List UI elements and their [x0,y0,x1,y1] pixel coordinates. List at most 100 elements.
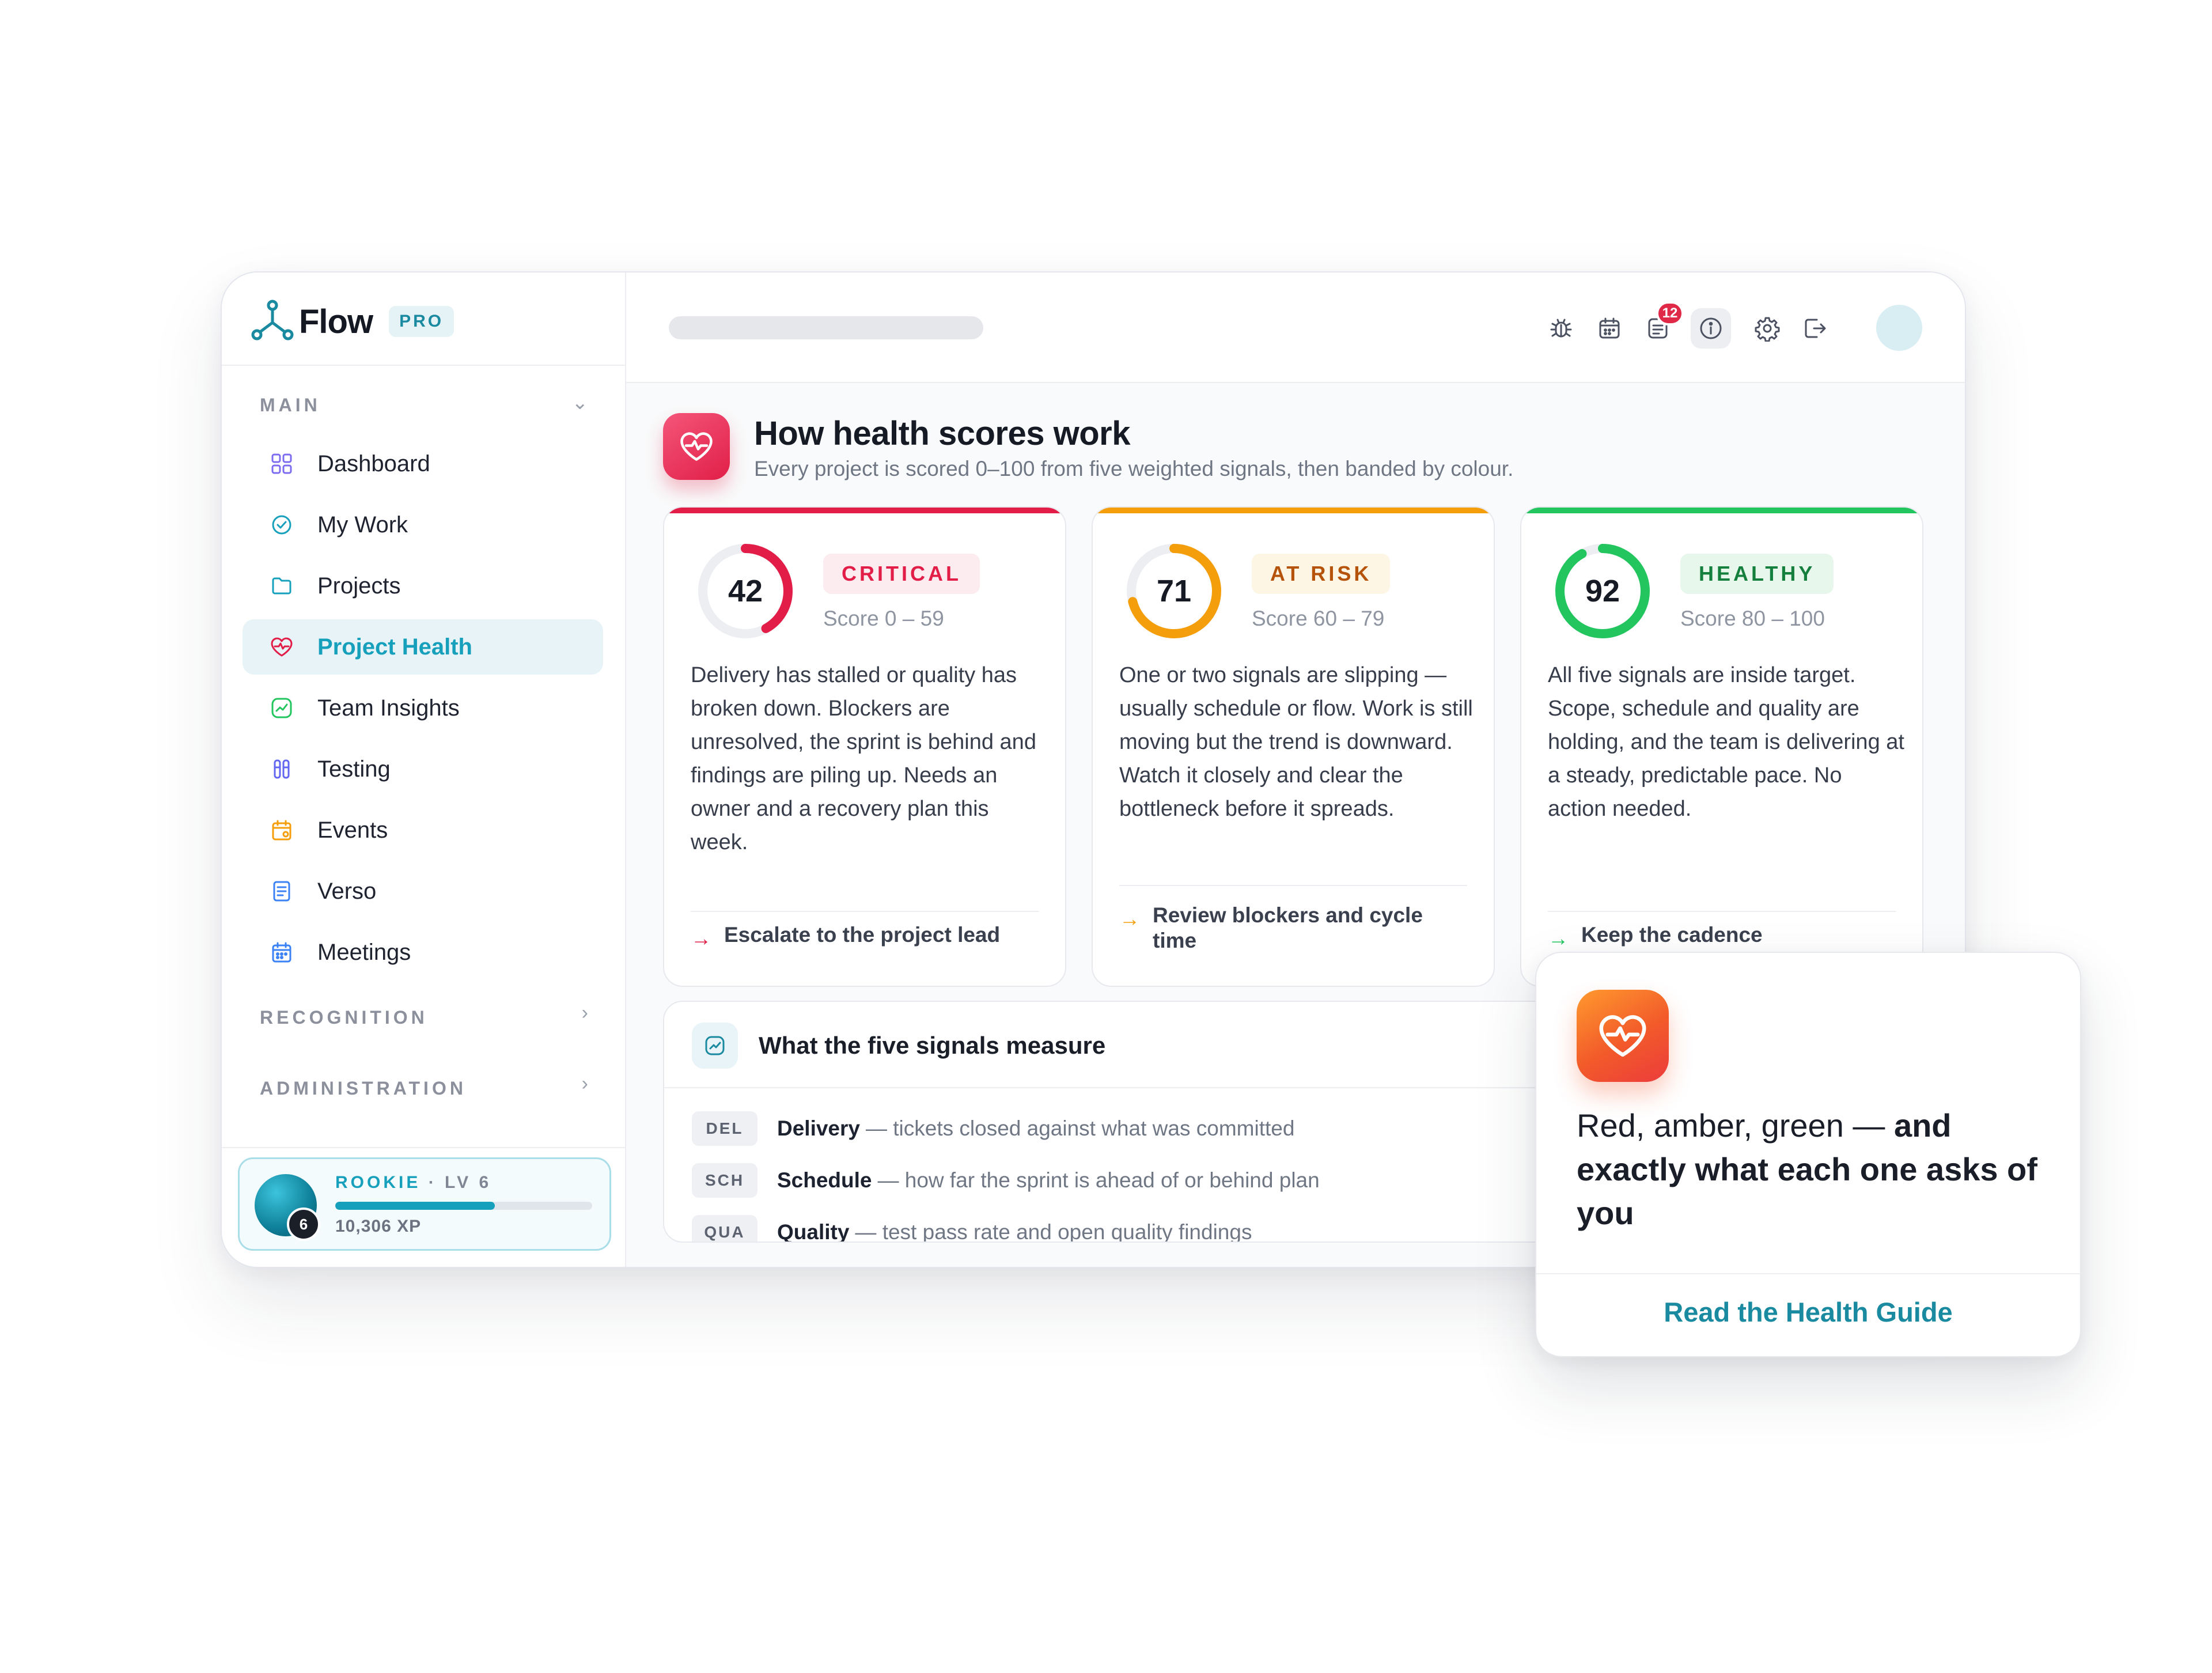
sidebar-item-events[interactable]: Events [243,803,603,858]
card-action-label: Keep the cadence [1581,923,1763,947]
signal-code: DEL [692,1111,757,1146]
sidebar-divider [222,1147,625,1148]
card-accent-bar [664,508,1065,513]
chevron-down-icon[interactable]: ⌄ [572,391,589,414]
sidebar-item-label: Dashboard [317,451,430,476]
logout-icon[interactable] [1794,308,1835,349]
trend-icon [269,695,294,721]
divider [1119,885,1467,886]
calendar-event-icon [269,817,294,843]
page-title: How health scores work [754,415,1130,452]
sidebar-item-verso[interactable]: Verso [243,864,603,919]
score-value: 92 [1585,574,1620,608]
sidebar: Flow PRO MAIN ⌄ Dashboard My Work Projec… [222,272,626,1267]
card-description: All five signals are inside target. Scop… [1548,663,1904,821]
divider [1536,1273,2080,1274]
status-badge: AT RISK [1252,554,1391,594]
folder-icon [269,573,294,599]
score-value: 42 [728,574,763,608]
sidebar-item-label: Events [317,817,388,843]
check-circle-icon [269,512,294,538]
section-administration-label[interactable]: ADMINISTRATION [260,1078,467,1099]
calendar-icon[interactable] [1589,308,1630,349]
level-badge: 6 [287,1208,320,1241]
signal-definition: — how far the sprint is ahead of or behi… [877,1168,1320,1192]
promo-headline: Red, amber, green — and exactly what eac… [1577,1104,2049,1235]
score-range: Score 80 – 100 [1680,607,1825,630]
status-badge: HEALTHY [1680,554,1834,594]
sidebar-item-team-insights[interactable]: Team Insights [243,680,603,736]
gear-icon[interactable] [1747,308,1787,349]
sidebar-item-project-health[interactable]: Project Health [243,619,603,675]
grid-icon [269,451,294,476]
promo-lead: Red, amber, green — [1577,1107,1894,1144]
arrow-right-icon: → [1119,907,1140,930]
arrow-right-icon: → [1548,926,1569,950]
card-accent-bar [1521,508,1922,513]
score-card-at-risk: 71 AT RISK Score 60 – 79 One or two sign… [1092,506,1495,987]
sidebar-divider [222,365,625,366]
signal-name: Quality [777,1220,850,1243]
chevron-right-icon[interactable]: › [582,1002,588,1024]
bug-icon[interactable] [1541,308,1581,349]
chart-icon [692,1023,738,1069]
calendar-icon [269,940,294,965]
document-icon [269,879,294,904]
xp-progress-fill [335,1202,495,1210]
score-range: Score 60 – 79 [1252,607,1385,630]
signal-name: Schedule [777,1168,872,1192]
search-placeholder-bar[interactable] [669,316,983,339]
divider [691,911,1039,912]
user-avatar[interactable] [1876,305,1922,351]
signal-name: Delivery [777,1116,860,1140]
sidebar-item-my-work[interactable]: My Work [243,497,603,552]
sidebar-item-label: Project Health [317,634,472,660]
xp-level-label: · LV 6 [428,1173,492,1192]
notifications-button[interactable]: 12 [1638,301,1684,349]
status-badge: CRITICAL [823,554,980,594]
xp-rank: ROOKIE · LV 6 [335,1173,491,1193]
xp-card[interactable]: 6 ROOKIE · LV 6 10,306 XP [238,1157,611,1251]
notification-count-badge: 12 [1656,301,1684,325]
signals-title: What the five signals measure [759,1032,1106,1059]
sidebar-item-testing[interactable]: Testing [243,741,603,797]
signal-definition: — tickets closed against what was commit… [866,1116,1295,1140]
card-action-link[interactable]: → Escalate to the project lead [691,922,1042,950]
card-description: Delivery has stalled or quality has brok… [691,663,1036,854]
arrow-right-icon: → [691,926,711,950]
stage: Flow PRO MAIN ⌄ Dashboard My Work Projec… [0,0,2212,1673]
sidebar-item-label: Testing [317,756,391,782]
heart-pulse-icon [269,634,294,660]
card-action-link[interactable]: → Review blockers and cycle time [1119,903,1471,953]
signal-row: DEL Delivery — tickets closed against wh… [692,1111,1294,1146]
sidebar-item-label: My Work [317,512,408,538]
info-icon[interactable] [1691,308,1731,349]
xp-rank-label: ROOKIE [335,1173,421,1192]
card-action-link[interactable]: → Keep the cadence [1548,922,1899,950]
read-health-guide-link[interactable]: Read the Health Guide [1536,1296,2080,1328]
sidebar-item-projects[interactable]: Projects [243,558,603,614]
test-tubes-icon [269,756,294,782]
score-value: 71 [1156,574,1192,608]
section-main-label[interactable]: MAIN [260,395,321,416]
score-card-critical: 42 CRITICAL Score 0 – 59 Delivery has st… [663,506,1066,987]
divider [1548,911,1896,912]
sidebar-item-label: Projects [317,573,401,599]
section-recognition-label[interactable]: RECOGNITION [260,1007,428,1028]
sidebar-item-meetings[interactable]: Meetings [243,925,603,980]
brand[interactable]: Flow PRO [249,296,454,347]
score-range: Score 0 – 59 [823,607,944,630]
signal-code: SCH [692,1163,757,1198]
card-accent-bar [1093,508,1494,513]
signal-definition: — test pass rate and open quality findin… [855,1220,1252,1243]
card-description: One or two signals are slipping — usuall… [1119,663,1473,821]
xp-progress-bar [335,1202,592,1210]
health-guide-card: Red, amber, green — and exactly what eac… [1535,952,2081,1357]
chevron-right-icon[interactable]: › [582,1073,588,1095]
signal-row: QUA Quality — test pass rate and open qu… [692,1215,1252,1243]
sidebar-item-dashboard[interactable]: Dashboard [243,436,603,491]
brand-name: Flow [299,302,373,340]
card-action-label: Review blockers and cycle time [1153,903,1423,952]
score-card-healthy: 92 HEALTHY Score 80 – 100 All five signa… [1520,506,1923,987]
signal-code: QUA [692,1215,757,1241]
